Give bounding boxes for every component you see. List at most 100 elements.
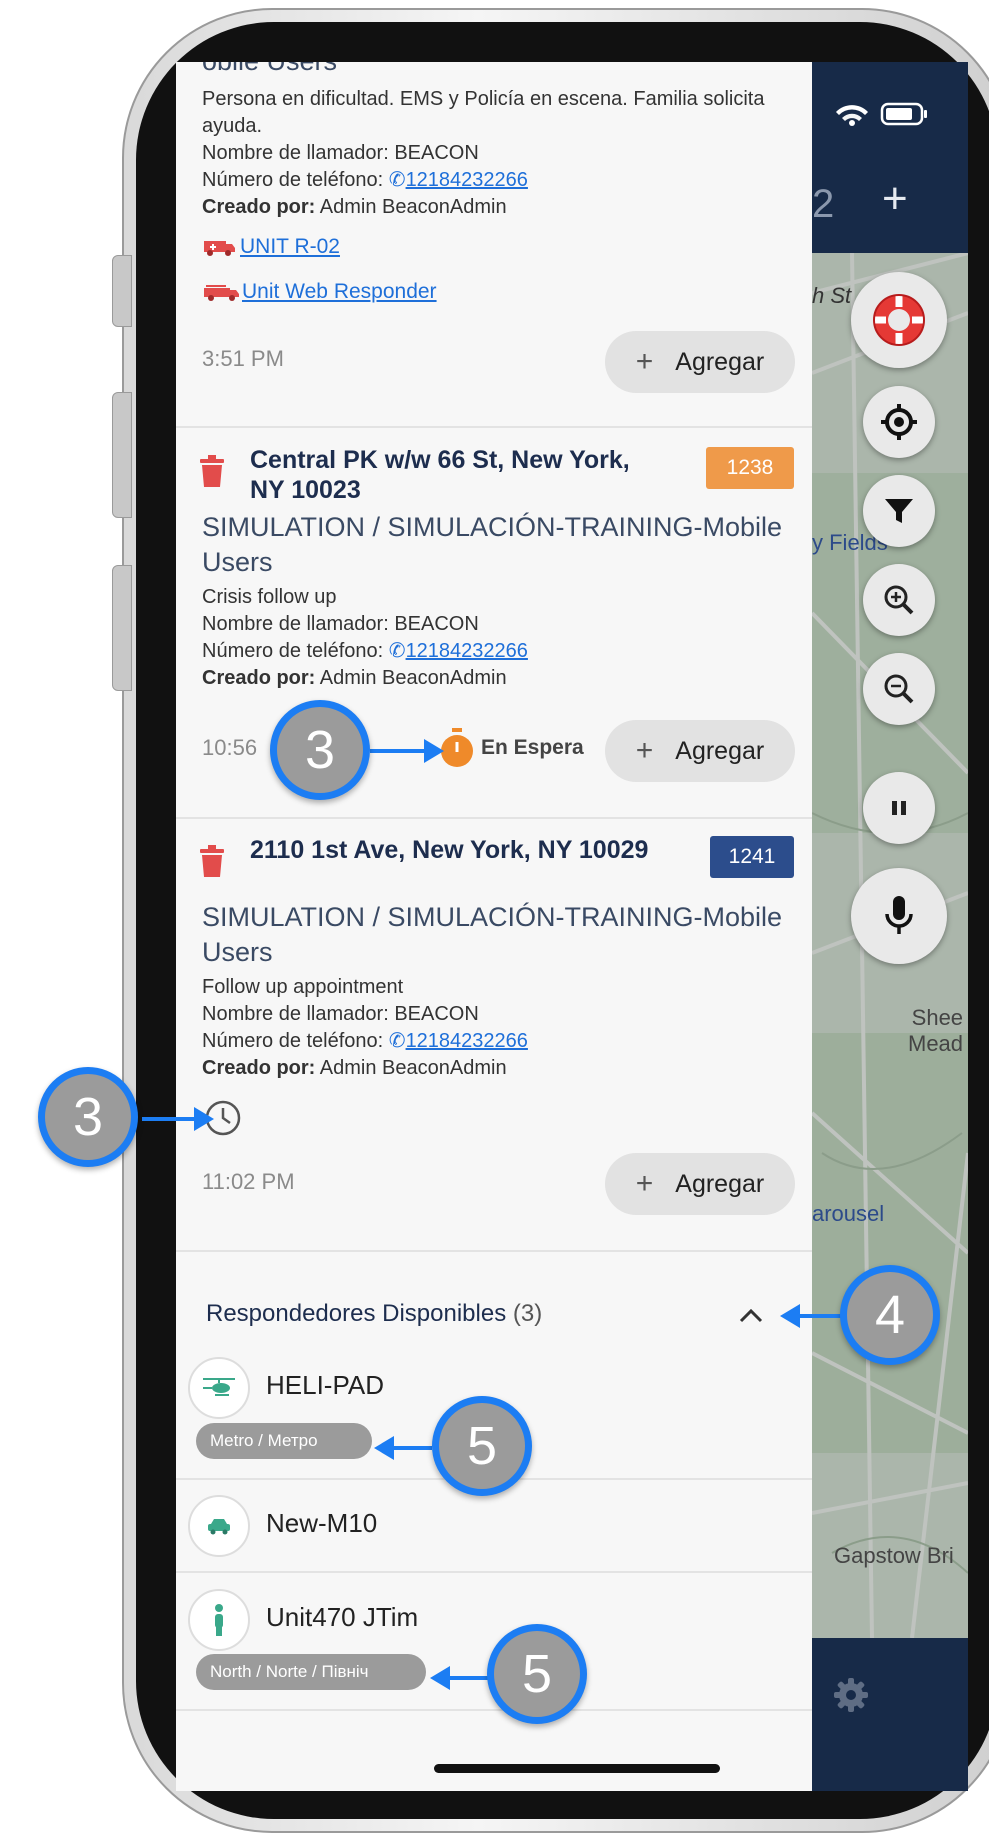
pause-button[interactable]	[863, 772, 935, 844]
responder-tag: North / Norte / Північ	[196, 1654, 426, 1690]
phone-label: Número de teléfono:	[202, 169, 384, 191]
phone-label: Número de teléfono:	[202, 1030, 384, 1052]
caller-value: BEACON	[394, 142, 479, 164]
creator-line: Creado por: Admin BeaconAdmin	[202, 1055, 507, 1082]
caller-value: BEACON	[394, 613, 479, 635]
filter-button[interactable]	[863, 475, 935, 547]
map-label-sheep-meadow: Shee Mead	[908, 1005, 964, 1056]
chevron-up-icon[interactable]	[737, 1305, 765, 1325]
responder-name[interactable]: Unit470 JTim	[266, 1602, 418, 1633]
plus-icon: +	[635, 734, 654, 767]
incident-type: SIMULATION / SIMULACIÓN-TRAINING-Mobile …	[202, 512, 783, 577]
add-label: Agregar	[675, 1169, 765, 1198]
add-unit-button[interactable]: + Agregar	[605, 1153, 795, 1215]
incident-address[interactable]: 2110 1st Ave, New York, NY 10029	[250, 835, 670, 865]
phone-line: Número de teléfono: ✆12184232266	[202, 1028, 528, 1055]
stopwatch-icon	[441, 728, 473, 767]
filter-icon	[885, 499, 913, 523]
zoom-out-button[interactable]	[863, 653, 935, 725]
zoom-in-button[interactable]	[863, 564, 935, 636]
unit-link-label[interactable]: UNIT R-02	[240, 235, 340, 259]
zoom-in-icon	[884, 585, 914, 615]
arrowhead-icon	[780, 1304, 800, 1328]
trash-icon[interactable]	[198, 845, 226, 879]
responders-count: (3)	[512, 1300, 543, 1327]
creator-line: Creado por: Admin BeaconAdmin	[202, 194, 507, 221]
callout-badge: 3	[270, 700, 370, 800]
caller-label: Nombre de llamador:	[202, 613, 389, 635]
caller-label: Nombre de llamador:	[202, 1003, 389, 1025]
phone-link[interactable]: 12184232266	[406, 640, 528, 662]
caller-value: BEACON	[394, 1003, 479, 1025]
status-icons	[836, 102, 927, 126]
microphone-button[interactable]	[851, 868, 947, 964]
mute-switch	[112, 255, 132, 327]
plus-icon: +	[635, 345, 654, 378]
arrowhead-icon	[430, 1666, 450, 1690]
add-unit-button[interactable]: + Agregar	[605, 720, 795, 782]
incident-time: 3:51 PM	[202, 346, 284, 371]
incident-time: 11:02 PM	[202, 1169, 295, 1194]
responder-name[interactable]: HELI-PAD	[266, 1370, 384, 1401]
responder-avatar	[188, 1357, 250, 1419]
callout-arrow	[142, 1117, 200, 1121]
trash-icon[interactable]	[198, 455, 226, 489]
phone-link[interactable]: 12184232266	[406, 1030, 528, 1052]
caller-line: Nombre de llamador: BEACON	[202, 1001, 479, 1028]
creator-value: Admin BeaconAdmin	[319, 196, 507, 218]
map-bottom-bar	[812, 1638, 968, 1791]
unit-link-web-responder[interactable]: Unit Web Responder	[202, 280, 437, 304]
creator-label: Creado por:	[202, 667, 316, 689]
add-incident-button[interactable]: +	[882, 174, 908, 224]
lifebuoy-button[interactable]	[851, 272, 947, 368]
add-unit-button[interactable]: + Agregar	[605, 331, 795, 393]
fire-truck-icon	[204, 285, 239, 301]
divider	[176, 1571, 812, 1573]
gear-icon[interactable]	[832, 1676, 870, 1714]
map-label-carousel: arousel	[812, 1201, 885, 1226]
callout-badge: 4	[840, 1265, 940, 1365]
status-on-hold: En Espera	[439, 728, 584, 768]
map-label-street: h St	[812, 283, 852, 308]
ambulance-icon	[204, 241, 235, 256]
locate-button[interactable]	[863, 386, 935, 458]
zoom-out-icon	[884, 674, 914, 704]
crosshair-icon	[881, 404, 917, 440]
phone-line: Número de teléfono: ✆12184232266	[202, 167, 528, 194]
phone-icon: ✆	[388, 640, 406, 662]
responder-name[interactable]: New-M10	[266, 1508, 377, 1539]
callout-arrow	[448, 1676, 490, 1680]
responder-avatar	[188, 1589, 250, 1651]
arrowhead-icon	[424, 739, 444, 763]
incident-address[interactable]: Central PK w/w 66 St, New York, NY 10023	[250, 445, 670, 505]
callout-badge: 5	[432, 1396, 532, 1496]
incident-list-panel[interactable]: obile Users Persona en dificultad. EMS y…	[176, 62, 812, 1791]
home-indicator[interactable]	[434, 1764, 720, 1773]
creator-label: Creado por:	[202, 196, 316, 218]
phone-label: Número de teléfono:	[202, 640, 384, 662]
callout-badge: 5	[487, 1624, 587, 1724]
incident-time: 10:56	[202, 735, 258, 760]
divider	[176, 817, 812, 819]
divider	[176, 426, 812, 428]
responders-header[interactable]: Respondedores Disponibles (3)	[206, 1300, 542, 1328]
add-label: Agregar	[675, 736, 765, 765]
arrowhead-icon	[374, 1436, 394, 1460]
map-header: 2 +	[812, 62, 968, 253]
callout-arrow	[370, 749, 432, 753]
phone-link[interactable]: 12184232266	[406, 169, 528, 191]
divider	[176, 1709, 812, 1711]
responder-tag: Metro / Метро	[196, 1423, 372, 1459]
arrowhead-icon	[194, 1107, 214, 1131]
phone-icon: ✆	[388, 169, 406, 191]
person-icon	[215, 1604, 223, 1636]
unit-link-r02[interactable]: UNIT R-02	[202, 235, 340, 259]
incident-description: Follow up appointment	[202, 976, 404, 998]
divider	[176, 1250, 812, 1252]
creator-value: Admin BeaconAdmin	[319, 667, 507, 689]
volume-down-button	[112, 565, 132, 691]
creator-value: Admin BeaconAdmin	[319, 1057, 507, 1079]
unit-link-label[interactable]: Unit Web Responder	[242, 280, 437, 304]
header-count-partial: 2	[812, 182, 835, 226]
incident-description: Crisis follow up	[202, 586, 337, 608]
